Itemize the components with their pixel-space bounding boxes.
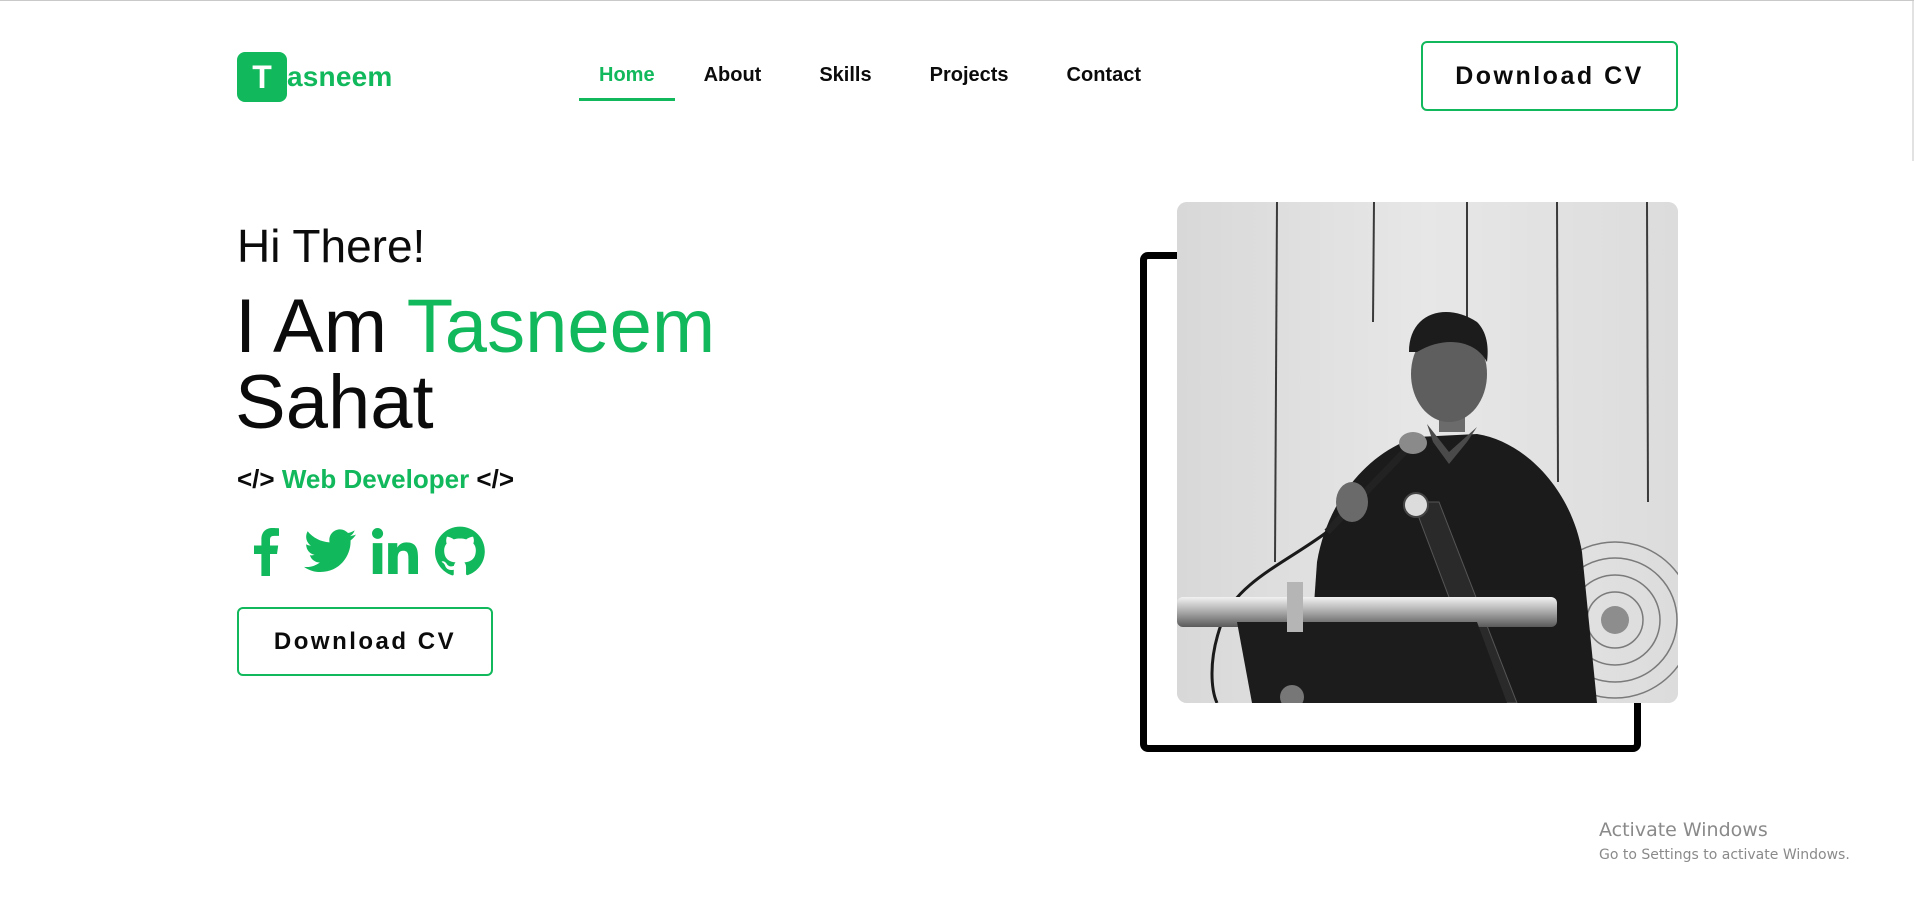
hero-intro-prefix: I Am [235, 284, 388, 369]
logo-text: asneem [287, 61, 393, 92]
portfolio-page: T asneem Home About Skills Projects Cont… [0, 0, 1914, 908]
role-tag-close: </> [476, 464, 515, 494]
social-links [239, 523, 499, 579]
hero-download-cv-button[interactable]: Download CV [237, 607, 493, 676]
nav-contact[interactable]: Contact [1047, 59, 1161, 101]
hero-greeting: Hi There! [237, 220, 426, 272]
linkedin-icon[interactable] [369, 523, 421, 579]
github-icon[interactable] [434, 523, 486, 579]
windows-activation-watermark: Activate Windows Go to Settings to activ… [1599, 819, 1850, 863]
hero-first-name: Tasneem [406, 284, 716, 369]
nav-home[interactable]: Home [579, 59, 675, 101]
nav-projects[interactable]: Projects [910, 59, 1029, 101]
nav-about[interactable]: About [684, 59, 782, 101]
twitter-icon[interactable] [304, 523, 356, 579]
logo-badge: T [237, 52, 287, 102]
watermark-subtitle: Go to Settings to activate Windows. [1599, 847, 1850, 863]
role-tag-open: </> [237, 464, 275, 494]
hero-role: </> Web Developer </> [237, 464, 514, 495]
watermark-title: Activate Windows [1599, 819, 1768, 841]
hero-name-line: I Am Tasneem [235, 289, 715, 365]
nav-skills[interactable]: Skills [799, 59, 891, 101]
role-title: Web Developer [281, 464, 470, 494]
facebook-icon[interactable] [239, 523, 291, 579]
hero-last-name: Sahat [235, 360, 434, 445]
header-download-cv-button[interactable]: Download CV [1421, 41, 1678, 111]
logo[interactable]: T asneem [237, 52, 393, 102]
portrait-photo [1177, 202, 1678, 703]
main-nav: Home About Skills Projects Contact [579, 59, 1191, 101]
